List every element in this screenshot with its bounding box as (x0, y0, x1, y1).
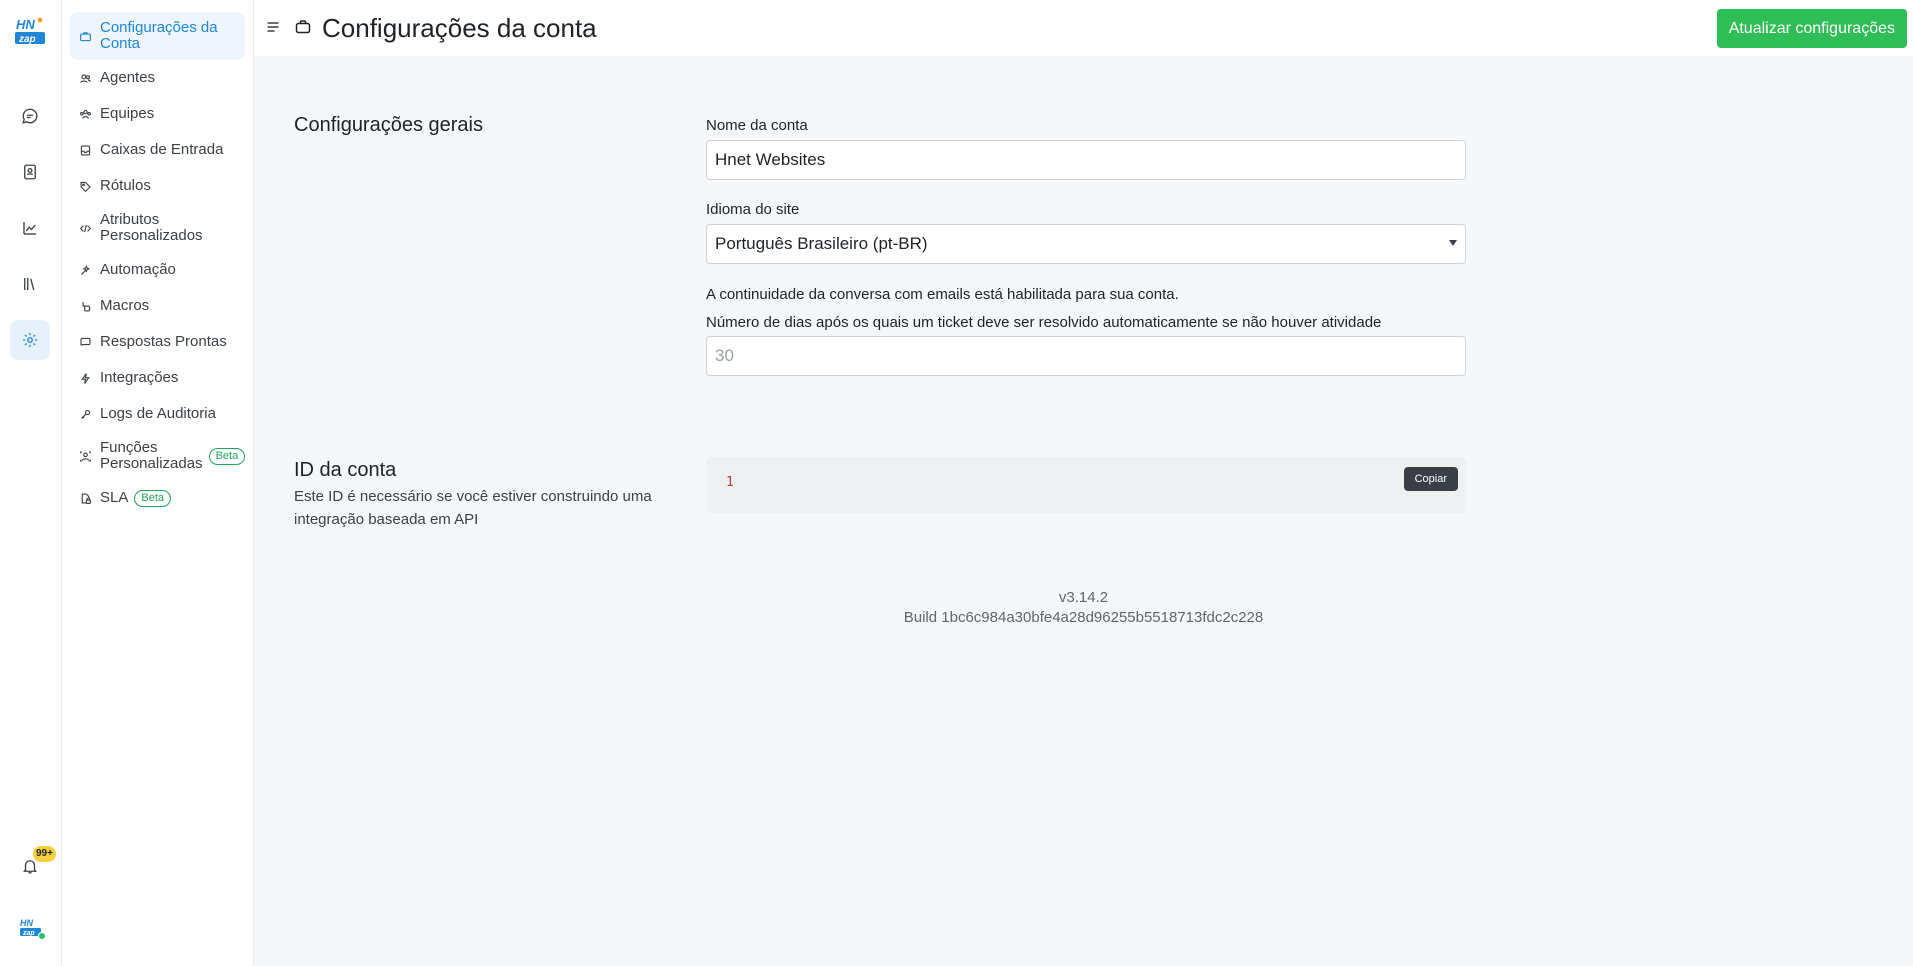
sidebar-item-custom-attributes[interactable]: Atributos Personalizados (70, 204, 245, 252)
sidebar-item-sla[interactable]: SLA Beta (70, 480, 245, 516)
sidebar-item-label: Agentes (100, 69, 156, 86)
email-continuity-text: A continuidade da conversa com emails es… (706, 286, 1179, 303)
copy-account-id-button[interactable]: Copiar (1403, 467, 1458, 491)
sidebar-item-label: Rótulos (100, 177, 151, 194)
account-name-value: Hnet Websites (715, 150, 826, 169)
sidebar-item-canned-responses[interactable]: Respostas Prontas (70, 324, 245, 360)
flash-icon (78, 371, 92, 385)
rail-reports[interactable] (10, 208, 50, 248)
sidebar-item-automation[interactable]: Automação (70, 252, 245, 288)
brand-logo[interactable]: HN zap (14, 16, 46, 46)
people-icon (78, 71, 92, 85)
rail-conversations[interactable] (10, 96, 50, 136)
sidebar-item-label: SLA (100, 489, 129, 506)
reports-icon (23, 222, 36, 235)
rail-library[interactable] (10, 264, 50, 304)
svg-text:zap: zap (18, 34, 36, 45)
sidebar-item-label: Funções Personalizadas (100, 439, 203, 472)
sidebar-item-inboxes[interactable]: Caixas de Entrada (70, 132, 245, 168)
document-lock-icon (78, 491, 92, 505)
sidebar-item-label: Atributos Personalizados (100, 211, 203, 244)
sidebar-item-integrations[interactable]: Integrações (70, 360, 245, 396)
roles-icon (78, 449, 92, 463)
sidebar-item-label: Equipes (100, 105, 155, 122)
sidebar-item-label: Caixas de Entrada (100, 141, 224, 158)
svg-text:HN: HN (20, 918, 33, 928)
inbox-icon (78, 143, 92, 157)
primary-nav-rail: HN zap 99+ HN zap (0, 0, 62, 966)
settings-icon (22, 332, 38, 348)
build-hash: Build 1bc6c984a30bfe4a28d96255b5518713fd… (903, 609, 1264, 626)
account-name-label: Nome da conta (706, 117, 808, 134)
sidebar-item-macros[interactable]: Macros (70, 288, 245, 324)
account-name-input[interactable]: Hnet Websites (706, 140, 1466, 180)
sidebar-item-label: Respostas Prontas (100, 333, 227, 350)
auto-resolve-days-input[interactable]: 30 (706, 336, 1466, 376)
account-id-value: 1 (726, 475, 734, 490)
account-id-code-block: 1 Copiar (706, 457, 1466, 513)
sidebar-item-audit-logs[interactable]: Logs de Auditoria (70, 396, 245, 432)
macro-icon (78, 299, 92, 313)
menu-toggle-icon[interactable] (266, 20, 280, 34)
rail-settings[interactable] (10, 320, 50, 360)
online-status-dot (38, 932, 46, 940)
contacts-icon (24, 164, 36, 180)
svg-text:HN: HN (16, 17, 35, 32)
sidebar-item-label: Macros (100, 297, 150, 314)
chat-icon (22, 108, 38, 124)
app-version: v3.14.2 (1058, 589, 1109, 606)
sidebar-item-teams[interactable]: Equipes (70, 96, 245, 132)
sidebar-item-account-settings[interactable]: Configurações da Conta (70, 12, 245, 60)
account-id-title: ID da conta (294, 459, 397, 481)
account-id-description: Este ID é necessário se você estiver con… (294, 488, 652, 528)
svg-text:zap: zap (22, 930, 35, 937)
rail-contacts[interactable] (10, 152, 50, 192)
briefcase-icon (295, 20, 311, 34)
page-title: Configurações da conta (322, 13, 597, 43)
notifications-count-badge: 99+ (33, 846, 56, 862)
beta-badge: Beta (134, 489, 171, 507)
briefcase-icon (78, 29, 92, 43)
automation-icon (78, 263, 92, 277)
page-header: Configurações da conta Atualizar configu… (254, 0, 1913, 56)
auto-resolve-placeholder: 30 (715, 346, 734, 365)
sidebar-item-labels[interactable]: Rótulos (70, 168, 245, 204)
sidebar-item-custom-roles[interactable]: Funções Personalizadas Beta (70, 432, 246, 480)
site-language-value: Português Brasileiro (pt-BR) (715, 234, 928, 253)
tag-icon (78, 179, 92, 193)
general-settings-title: Configurações gerais (294, 114, 483, 136)
sidebar-item-label: Logs de Auditoria (100, 405, 216, 422)
key-icon (78, 407, 92, 421)
sidebar-item-label: Integrações (100, 369, 179, 386)
team-icon (78, 107, 92, 121)
update-settings-button[interactable]: Atualizar configurações (1716, 9, 1907, 48)
auto-resolve-label: Número de dias após os quais um ticket d… (706, 314, 1382, 331)
sidebar-item-agents[interactable]: Agentes (70, 60, 245, 96)
sidebar-item-label: Automação (100, 261, 176, 278)
chat-bubble-icon (78, 335, 92, 349)
sidebar-item-label: Configurações da Conta (100, 19, 218, 52)
settings-sidebar: Configurações da Conta Agentes Equipes C… (62, 0, 254, 966)
chevron-down-icon (1449, 240, 1457, 246)
code-icon (78, 221, 92, 235)
library-icon (24, 278, 35, 291)
site-language-select[interactable]: Português Brasileiro (pt-BR) (706, 224, 1466, 264)
site-language-label: Idioma do site (706, 201, 800, 218)
beta-badge: Beta (208, 447, 246, 465)
